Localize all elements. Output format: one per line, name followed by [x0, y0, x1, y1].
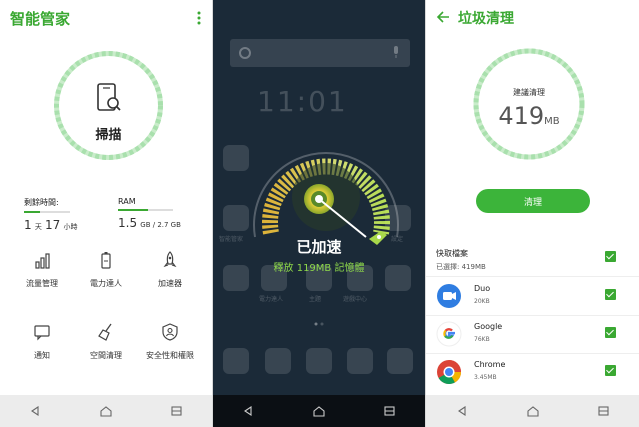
- more-options-icon[interactable]: [196, 11, 202, 25]
- back-button[interactable]: [236, 399, 260, 423]
- dim-app-icon: [223, 348, 249, 374]
- notification-icon: [34, 325, 50, 341]
- recents-button[interactable]: [165, 399, 189, 423]
- dim-app-label: 遊戲中心: [343, 296, 368, 303]
- tool-data-usage[interactable]: 流量管理: [7, 250, 77, 289]
- app-cache-size: 20KB: [474, 298, 490, 305]
- recents-button[interactable]: [592, 399, 616, 423]
- junk-size-value: 419MB: [498, 102, 560, 130]
- navigation-bar: [426, 395, 639, 427]
- app-name: Google: [474, 322, 503, 331]
- boost-status-title: 已加速: [296, 238, 342, 256]
- ram-value: 1.5 GB / 2.7 GB: [118, 216, 181, 230]
- tool-power-master[interactable]: 電力達人: [71, 250, 141, 289]
- divider: [426, 276, 639, 277]
- microphone-icon: [394, 46, 398, 58]
- app-checkbox[interactable]: [605, 289, 616, 300]
- tool-label: 加速器: [158, 279, 182, 288]
- tool-booster[interactable]: 加速器: [135, 250, 205, 289]
- back-triangle-icon: [457, 406, 466, 416]
- dim-app-icon: [347, 348, 373, 374]
- page-title: 垃圾清理: [458, 11, 514, 27]
- select-all-checkbox[interactable]: [605, 251, 616, 262]
- app-cache-size: 76KB: [474, 336, 490, 343]
- section-title: 快取檔案: [436, 249, 468, 258]
- home-button[interactable]: [94, 399, 118, 423]
- page-indicator: [314, 322, 324, 326]
- boost-screen: 11:01 智能管家 設定 電力達人 主題 遊戲中心 已加速 釋放 119MB …: [213, 0, 425, 427]
- home-icon: [313, 405, 325, 417]
- recents-icon: [171, 406, 182, 416]
- dim-app-label: 電力達人: [259, 296, 284, 303]
- app-name: Chrome: [474, 360, 506, 369]
- app-checkbox[interactable]: [605, 365, 616, 376]
- selected-size: 已選擇: 419MB: [436, 263, 486, 271]
- recents-icon: [384, 406, 395, 416]
- memory-freed-text: 釋放 119MB 記憶體: [273, 263, 365, 274]
- dim-app-icon: [387, 348, 413, 374]
- tool-security-permissions[interactable]: 安全性和權限: [135, 322, 205, 361]
- back-button[interactable]: [450, 399, 474, 423]
- page-title: 智能管家: [10, 10, 71, 28]
- home-button[interactable]: [307, 399, 331, 423]
- navigation-bar: [0, 395, 212, 427]
- tool-label: 通知: [34, 351, 50, 360]
- tool-label: 流量管理: [26, 279, 58, 288]
- tool-notifications[interactable]: 通知: [7, 322, 77, 361]
- search-bar: [230, 39, 410, 67]
- google-g-icon: [239, 47, 251, 59]
- tool-label: 空間清理: [90, 351, 122, 360]
- tool-label: 電力達人: [90, 279, 122, 288]
- battery-bar: [24, 211, 70, 213]
- battery-icon: [101, 252, 111, 269]
- battery-remaining: 剩餘時間: 1 天 17 小時: [24, 197, 77, 232]
- home-button[interactable]: [521, 399, 545, 423]
- back-triangle-icon: [244, 406, 252, 416]
- ram-usage: RAM 1.5 GB / 2.7 GB: [118, 197, 181, 230]
- broom-icon: [98, 323, 112, 341]
- list-item[interactable]: Duo 20KB: [426, 278, 639, 314]
- suggested-clean-label: 建議清理: [513, 88, 545, 97]
- battery-value: 1 天 17 小時: [24, 218, 78, 232]
- back-triangle-icon: [31, 406, 39, 416]
- battery-label: 剩餘時間:: [24, 198, 59, 207]
- dim-app-icon: [306, 348, 332, 374]
- chrome-icon: [437, 360, 461, 385]
- junk-cleanup-screen: 垃圾清理 建議清理 419MB 清理 快取檔案 已選擇: 419MB Duo 2…: [426, 0, 639, 427]
- tool-label: 安全性和權限: [146, 351, 194, 360]
- tool-space-cleanup[interactable]: 空間清理: [71, 322, 141, 361]
- rocket-icon: [163, 251, 177, 268]
- ram-label: RAM: [118, 197, 136, 206]
- duo-icon: [437, 284, 461, 308]
- home-icon: [526, 405, 539, 417]
- home-icon: [100, 405, 112, 417]
- scan-label[interactable]: 掃描: [51, 124, 166, 143]
- smart-manager-screen: 智能管家 掃描 剩餘時間: 1 天 17 小時 RAM 1.5 GB / 2.7…: [0, 0, 212, 427]
- recents-icon: [598, 406, 609, 416]
- back-button[interactable]: [23, 399, 47, 423]
- data-usage-icon: [35, 253, 50, 269]
- dim-app-icon: [265, 348, 291, 374]
- ram-bar: [118, 209, 173, 211]
- back-arrow-icon[interactable]: [436, 10, 450, 24]
- header: 垃圾清理: [426, 0, 639, 32]
- navigation-bar: [213, 395, 425, 427]
- shield-user-icon: [162, 323, 178, 341]
- app-cache-size: 3.45MB: [474, 374, 497, 381]
- google-icon: [436, 321, 462, 347]
- phone-search-icon: [97, 83, 121, 111]
- scan-ring[interactable]: [51, 48, 166, 163]
- list-item[interactable]: Chrome 3.45MB: [426, 354, 639, 390]
- clock-widget: 11:01: [257, 85, 348, 118]
- list-item[interactable]: Google 76KB: [426, 316, 639, 352]
- dim-app-label: 主題: [309, 296, 322, 303]
- app-checkbox[interactable]: [605, 327, 616, 338]
- clean-button[interactable]: 清理: [476, 189, 590, 213]
- app-name: Duo: [474, 284, 491, 293]
- recents-button[interactable]: [378, 399, 402, 423]
